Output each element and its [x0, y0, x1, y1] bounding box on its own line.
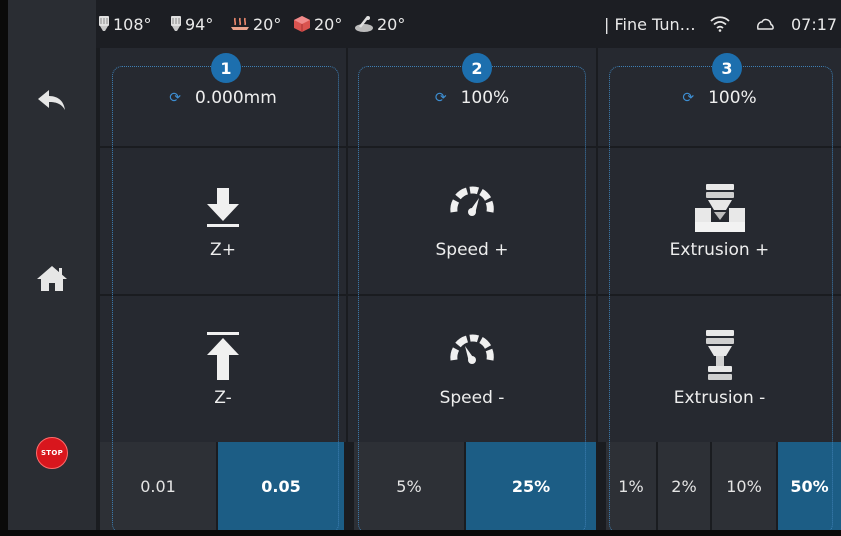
retract-icon	[705, 330, 734, 380]
extrusion-step-selector: 1% 2% 10% 50%	[606, 442, 841, 530]
extrusion-plus-button[interactable]: Extrusion +	[598, 148, 841, 294]
reset-icon[interactable]: ⟳	[435, 90, 447, 106]
extruder-icon	[694, 184, 745, 232]
screen-bezel-bottom	[0, 530, 841, 536]
z-offset-value: 0.000mm	[194, 88, 277, 108]
z-minus-button[interactable]: Z-	[100, 296, 346, 442]
extrusion-step-option[interactable]: 1%	[606, 442, 656, 530]
extrusion-step-option[interactable]: 10%	[712, 442, 776, 530]
extrusion-step-option-selected[interactable]: 50%	[778, 442, 841, 530]
z-plus-button[interactable]: Z+	[100, 148, 346, 294]
temp-value: 20°	[253, 14, 282, 34]
stop-label: STOP	[40, 449, 64, 457]
speed-minus-label: Speed -	[439, 388, 505, 408]
callout-badge-1: 1	[211, 53, 241, 83]
emergency-stop-button[interactable]: STOP	[8, 428, 96, 478]
z-step-option[interactable]: 0.01	[100, 442, 216, 530]
extrusion-plus-label: Extrusion +	[669, 240, 770, 260]
nozzle-icon	[99, 16, 109, 31]
screen-bezel	[0, 0, 8, 536]
temp-value: 20°	[377, 14, 406, 34]
extrusion-value: 100%	[708, 88, 757, 108]
back-arrow-icon	[38, 90, 65, 110]
speed-step-selector: 5% 25%	[354, 442, 596, 530]
speed-value: 100%	[460, 88, 510, 108]
sidebar: STOP	[8, 0, 96, 536]
speedometer-icon	[450, 186, 494, 216]
cloud-icon	[757, 18, 774, 30]
reset-icon[interactable]: ⟳	[169, 90, 181, 106]
temp-value: 108°	[113, 14, 152, 34]
speed-minus-button[interactable]: Speed -	[348, 296, 596, 442]
speed-step-option-selected[interactable]: 25%	[466, 442, 596, 530]
z-step-selector: 0.01 0.05	[100, 442, 346, 530]
extrusion-minus-label: Extrusion -	[673, 388, 766, 408]
back-button[interactable]	[8, 70, 96, 130]
speed-plus-button[interactable]: Speed +	[348, 148, 596, 294]
stop-icon: STOP	[36, 437, 68, 469]
wifi-icon	[710, 16, 730, 32]
bed-icon	[231, 17, 249, 30]
bed-temp: 20°	[230, 0, 281, 48]
speed-panel: ⟳ 100% Speed + Speed -	[348, 48, 596, 442]
extrusion-minus-button[interactable]: Extrusion -	[598, 296, 841, 442]
extrusion-step-option[interactable]: 2%	[658, 442, 710, 530]
z-step-option-selected[interactable]: 0.05	[218, 442, 344, 530]
z-minus-label: Z-	[214, 388, 232, 408]
home-button[interactable]	[8, 248, 96, 308]
wifi-status	[710, 0, 730, 48]
sensor-temp: 20°	[354, 0, 405, 48]
extruder-1-temp: 108°	[98, 0, 152, 48]
temp-value: 94°	[185, 14, 214, 34]
z-plus-label: Z+	[210, 240, 236, 260]
callout-badge-3: 3	[712, 53, 742, 83]
clock: 07:17	[791, 14, 838, 34]
speedometer-icon	[450, 334, 494, 364]
z-offset-panel: ⟳ 0.000mm Z+ Z-	[100, 48, 346, 442]
sensor-icon	[355, 16, 373, 32]
arrow-down-to-line-icon	[207, 188, 239, 227]
home-icon	[37, 266, 67, 291]
speed-step-option[interactable]: 5%	[354, 442, 464, 530]
chamber-temp: 20°	[293, 0, 342, 48]
status-bar: 108° 94° 20° 20° 20° | Fine Tun… 07:17	[96, 0, 841, 48]
nozzle-icon	[171, 16, 181, 31]
arrow-up-from-line-icon	[207, 332, 239, 380]
callout-badge-2: 2	[462, 53, 492, 83]
extrusion-panel: ⟳ 100% Extrusion + Extrusion -	[598, 48, 841, 442]
temp-value: 20°	[314, 14, 343, 34]
chamber-icon	[294, 16, 310, 32]
extruder-2-temp: 94°	[170, 0, 213, 48]
page-title: | Fine Tun…	[604, 14, 696, 34]
cloud-status	[756, 0, 774, 48]
speed-plus-label: Speed +	[435, 240, 509, 260]
reset-icon[interactable]: ⟳	[682, 90, 694, 106]
